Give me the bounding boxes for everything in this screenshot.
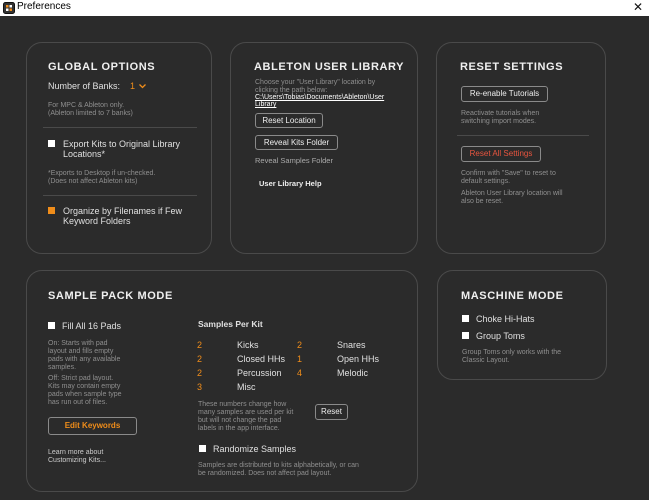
panel-title: GLOBAL OPTIONS — [48, 61, 156, 73]
app-icon — [3, 2, 15, 14]
snares-label: Snares — [337, 340, 366, 350]
panel-title: SAMPLE PACK MODE — [48, 290, 173, 302]
reenable-note-2: switching import modes. — [461, 118, 537, 125]
closed-hhs-label: Closed HHs — [237, 354, 286, 364]
reenable-tutorials-button[interactable]: Re-enable Tutorials — [461, 86, 548, 102]
library-help-link[interactable]: User Library Help — [259, 179, 322, 188]
banks-value: 1 — [130, 81, 136, 91]
export-label-1: Export Kits to Original Library — [63, 139, 181, 149]
off-note-1: Off: Strict pad layout. — [48, 375, 114, 382]
melodic-count[interactable]: 4 — [297, 368, 302, 378]
divider — [43, 195, 197, 196]
group-toms-note-1: Group Toms only works with the — [462, 349, 562, 356]
banks-note-2: (Ableton limited to 7 banks) — [48, 110, 133, 117]
reset-note-2: default settings. — [461, 178, 511, 185]
reveal-kits-button[interactable]: Reveal Kits Folder — [255, 135, 338, 150]
fill-pads-checkbox[interactable] — [48, 322, 55, 329]
group-toms-label: Group Toms — [476, 331, 525, 341]
closed-hhs-count[interactable]: 2 — [197, 354, 202, 364]
on-note-4: samples. — [48, 364, 77, 371]
reset-location-button[interactable]: Reset Location — [255, 113, 323, 128]
percussion-label: Percussion — [237, 368, 282, 378]
window-title: Preferences — [17, 1, 71, 12]
banks-note-1: For MPC & Ableton only. — [48, 102, 125, 109]
off-note-2: Kits may contain empty — [48, 383, 121, 390]
reset-counts-button[interactable]: Reset — [315, 404, 348, 420]
melodic-label: Melodic — [337, 368, 369, 378]
global-options-panel: GLOBAL OPTIONS Number of Banks: 1 For MP… — [26, 42, 212, 254]
percussion-count[interactable]: 2 — [197, 368, 202, 378]
export-note-1: *Exports to Desktop if un-checked. — [48, 170, 156, 177]
panel-title: ABLETON USER LIBRARY — [254, 61, 405, 73]
banks-label: Number of Banks: — [48, 81, 121, 91]
organize-label-2: Keyword Folders — [63, 216, 131, 226]
chevron-down-icon — [139, 84, 146, 89]
group-toms-checkbox[interactable] — [462, 332, 469, 339]
randomize-checkbox[interactable] — [199, 445, 206, 452]
window-titlebar: Preferences ✕ — [0, 0, 649, 16]
organize-label-1: Organize by Filenames if Few — [63, 206, 183, 216]
numbers-note-2: many samples are used per kit — [198, 409, 294, 416]
kicks-label: Kicks — [237, 340, 259, 350]
on-note-2: layout and fills empty — [48, 348, 114, 355]
snares-count[interactable]: 2 — [297, 340, 302, 350]
kicks-count[interactable]: 2 — [197, 340, 202, 350]
reenable-note-1: Reactivate tutorials when — [461, 110, 540, 117]
open-hhs-count[interactable]: 1 — [297, 354, 302, 364]
library-path-link-cont[interactable]: Library — [255, 101, 276, 109]
divider — [43, 127, 197, 128]
edit-keywords-button[interactable]: Edit Keywords — [48, 417, 137, 435]
reset-settings-panel: RESET SETTINGS Re-enable Tutorials React… — [436, 42, 606, 254]
on-note-1: On: Starts with pad — [48, 340, 108, 347]
ableton-reset-note-1: Ableton User Library location will — [461, 190, 563, 197]
organize-checkbox[interactable] — [48, 207, 55, 214]
banks-select[interactable]: 1 — [130, 80, 152, 92]
maschine-mode-panel: MASCHINE MODE Choke Hi-Hats Group Toms G… — [437, 270, 607, 380]
numbers-note-3: but will not change the pad — [198, 417, 282, 424]
randomize-label: Randomize Samples — [213, 444, 297, 454]
reset-note-1: Confirm with "Save" to reset to — [461, 170, 556, 177]
distribution-note-1: Samples are distributed to kits alphabet… — [198, 462, 359, 469]
close-icon[interactable]: ✕ — [633, 0, 643, 14]
off-note-4: has run out of files. — [48, 399, 108, 406]
learn-more-link-1[interactable]: Learn more about — [48, 449, 103, 457]
numbers-note-1: These numbers change how — [198, 401, 287, 408]
group-toms-note-2: Classic Layout. — [462, 357, 510, 364]
learn-more-link-2[interactable]: Customizing Kits... — [48, 457, 106, 465]
fill-pads-label: Fill All 16 Pads — [62, 321, 122, 331]
numbers-note-4: labels in the app interface. — [198, 425, 280, 432]
library-desc-1: Choose your "User Library" location by — [255, 79, 376, 86]
divider — [457, 135, 589, 136]
samples-per-kit-heading: Samples Per Kit — [198, 319, 263, 329]
reset-all-settings-button[interactable]: Reset All Settings — [461, 146, 541, 162]
panel-title: RESET SETTINGS — [460, 61, 564, 73]
misc-label: Misc — [237, 382, 256, 392]
misc-count[interactable]: 3 — [197, 382, 202, 392]
export-label-2: Locations* — [63, 149, 106, 159]
ableton-reset-note-2: also be reset. — [461, 198, 504, 205]
open-hhs-label: Open HHs — [337, 354, 380, 364]
export-note-2: (Does not affect Ableton kits) — [48, 178, 138, 185]
reveal-samples-link[interactable]: Reveal Samples Folder — [255, 157, 333, 165]
ableton-library-panel: ABLETON USER LIBRARY Choose your "User L… — [230, 42, 418, 254]
off-note-3: pads when sample type — [48, 391, 122, 398]
panel-title: MASCHINE MODE — [461, 290, 564, 302]
export-checkbox[interactable] — [48, 140, 55, 147]
choke-hihats-label: Choke Hi-Hats — [476, 314, 535, 324]
choke-hihats-checkbox[interactable] — [462, 315, 469, 322]
sample-pack-panel: SAMPLE PACK MODE Fill All 16 Pads On: St… — [26, 270, 418, 492]
on-note-3: pads with any available — [48, 356, 121, 363]
distribution-note-2: be randomized. Does not affect pad layou… — [198, 470, 332, 477]
